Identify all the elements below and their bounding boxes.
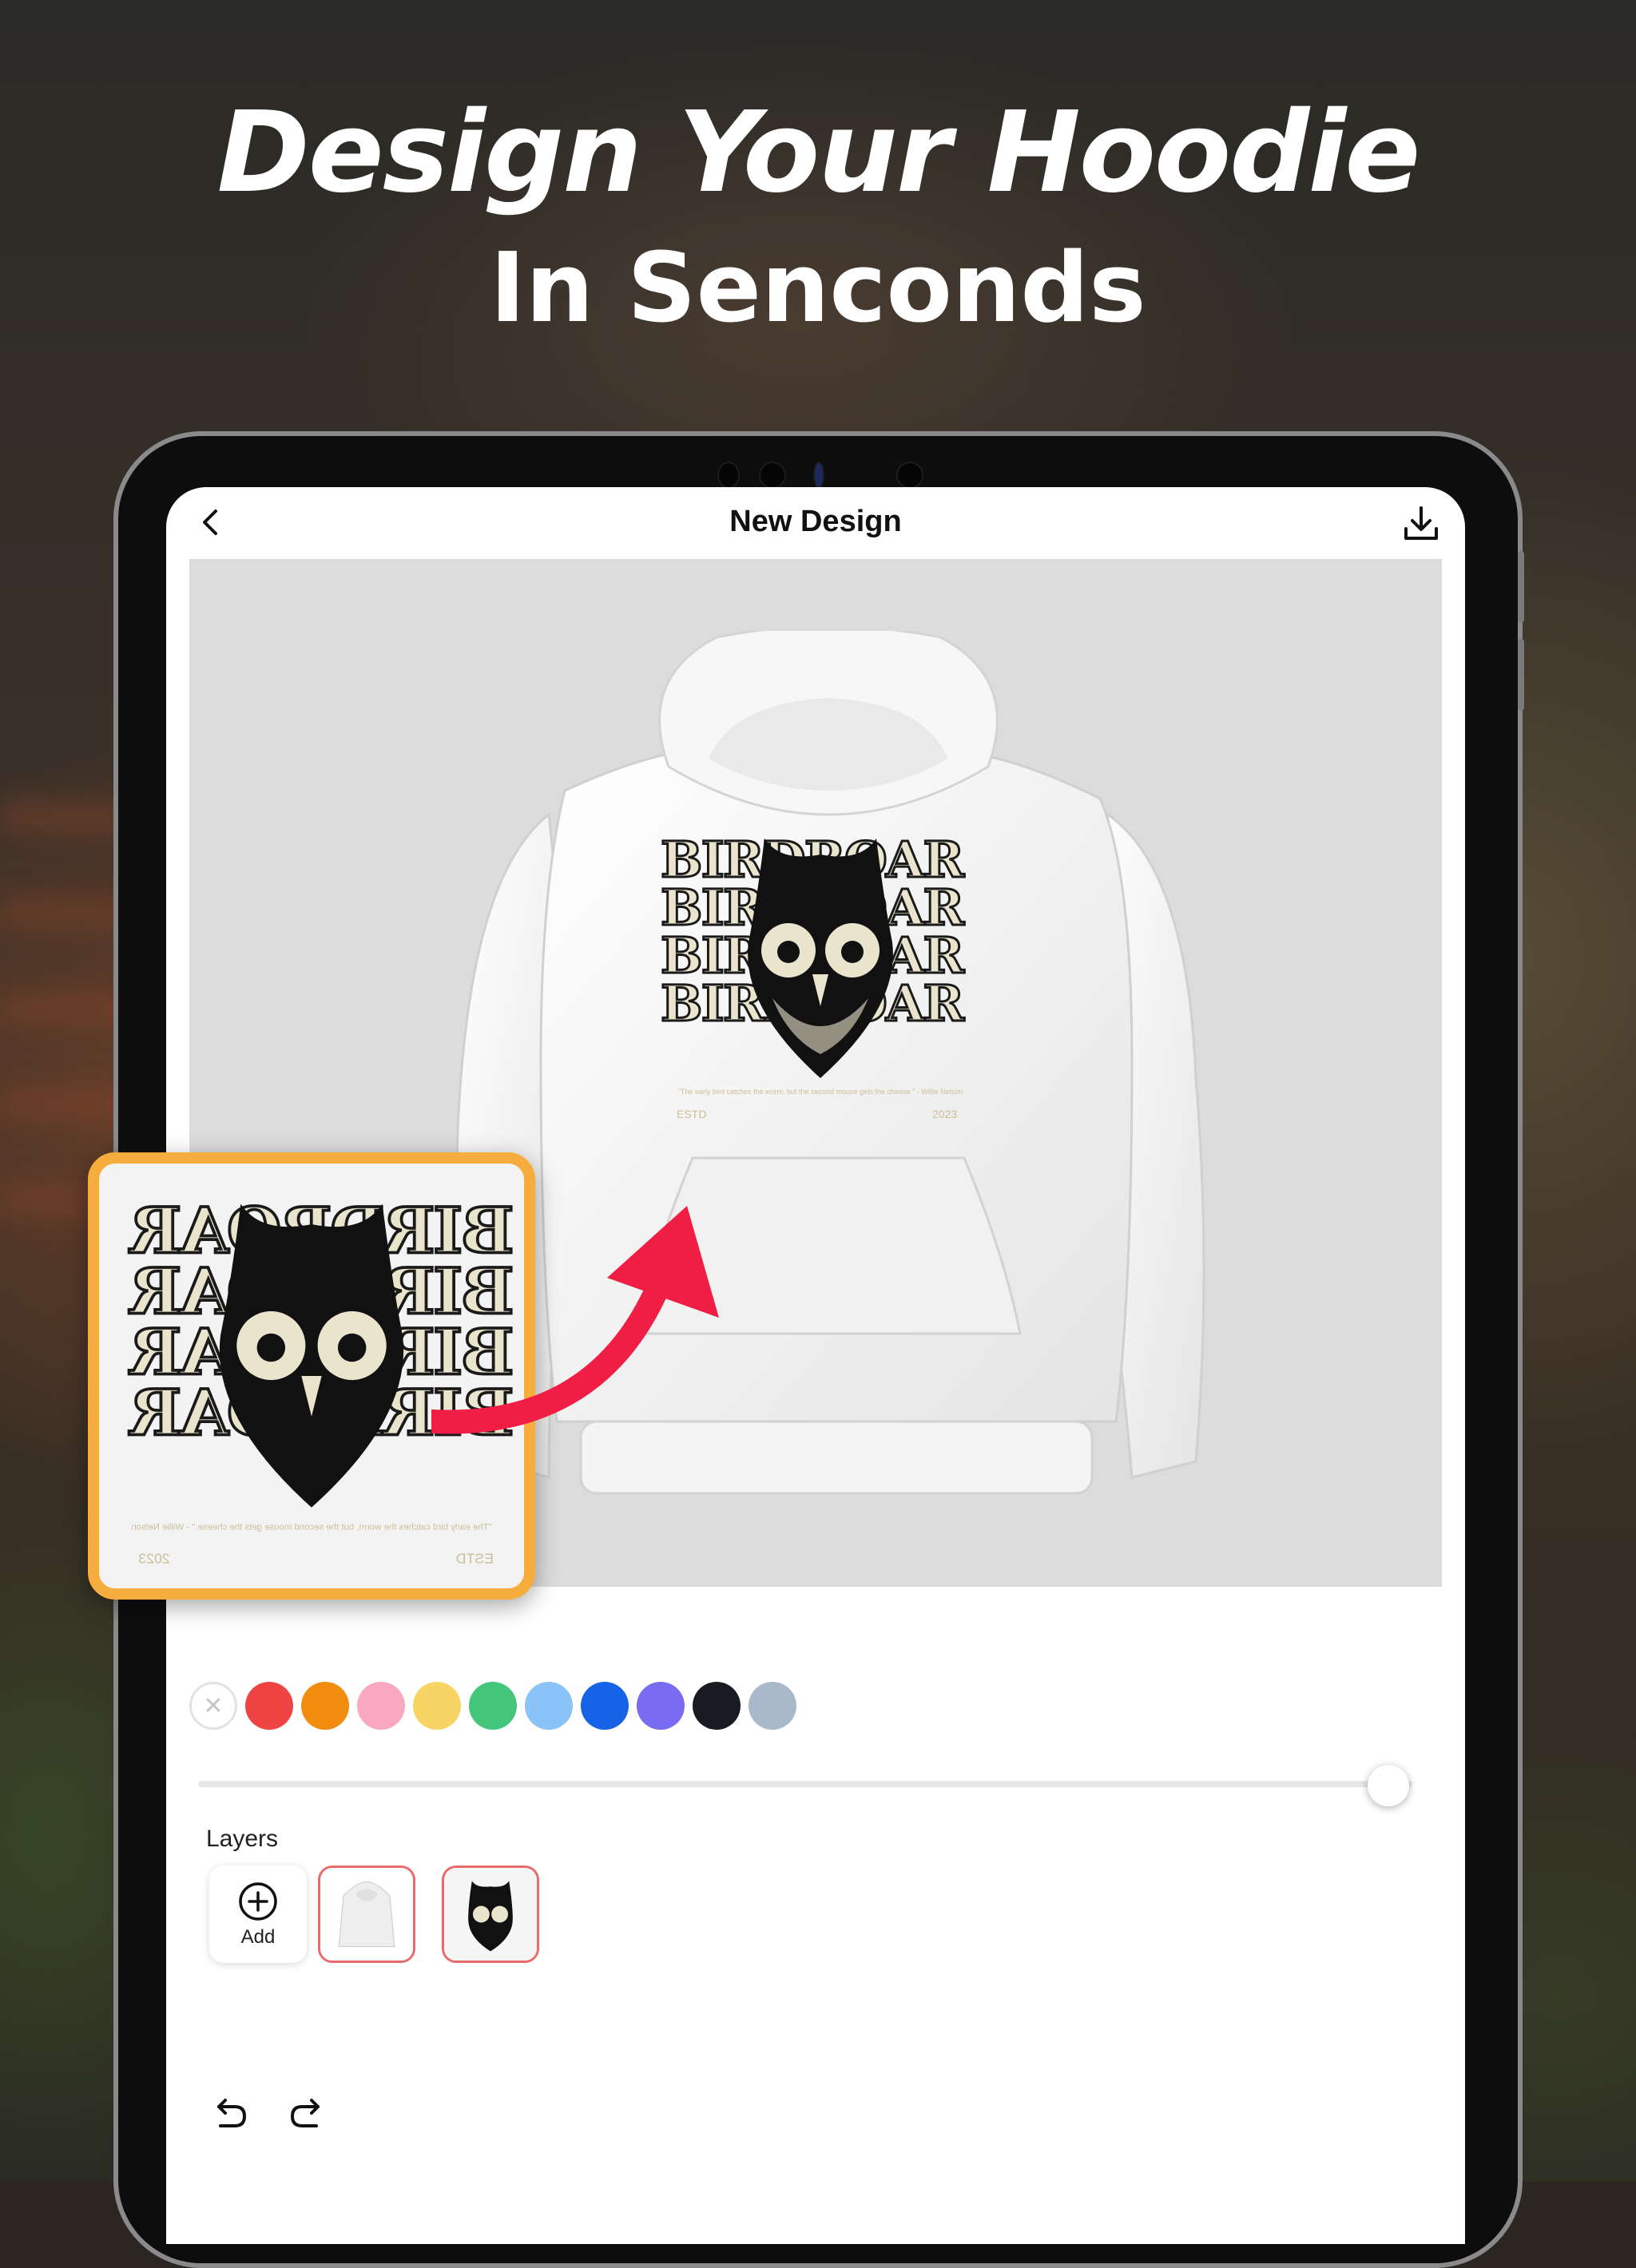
preview-estd: ESTD — [456, 1550, 494, 1566]
swatch-none[interactable]: ✕ — [189, 1682, 237, 1730]
page-title: New Design — [729, 505, 902, 538]
graphic-quote: "The early bird catches the worm, but th… — [678, 1088, 963, 1096]
add-label: Add — [240, 1926, 276, 1948]
top-bar: New Design — [166, 487, 1465, 559]
volume-down-button — [1518, 639, 1524, 711]
camera-icon — [759, 462, 786, 489]
graphic-estd: ESTD — [677, 1108, 706, 1120]
swatch-black[interactable] — [693, 1682, 741, 1730]
indicator-icon — [813, 462, 824, 489]
swatch-pink[interactable] — [357, 1682, 405, 1730]
sensor-icon — [717, 462, 740, 489]
add-circle-icon — [239, 1882, 277, 1921]
face-sensor-icon — [896, 462, 923, 489]
swatch-orange[interactable] — [301, 1682, 349, 1730]
color-swatches: ✕ — [189, 1682, 796, 1730]
swatch-purple[interactable] — [637, 1682, 685, 1730]
owl-icon — [219, 1203, 404, 1508]
swatch-blue[interactable] — [581, 1682, 629, 1730]
owl-thumbnail — [444, 1868, 537, 1961]
swatch-light-blue[interactable] — [525, 1682, 573, 1730]
hoodie-thumbnail — [320, 1868, 413, 1961]
swatch-yellow[interactable] — [413, 1682, 461, 1730]
swatch-slate[interactable] — [749, 1682, 796, 1730]
hero-subtitle: In Senconds — [490, 233, 1146, 344]
volume-up-button — [1518, 551, 1524, 623]
owl-icon — [748, 839, 893, 1078]
download-icon[interactable] — [1401, 503, 1441, 543]
undo-icon[interactable] — [208, 2092, 251, 2135]
add-layer-button[interactable]: Add — [209, 1866, 307, 1963]
hero-title: Design Your Hoodie — [216, 88, 1421, 218]
swatch-green[interactable] — [469, 1682, 517, 1730]
graphic-year: 2023 — [932, 1108, 957, 1120]
preview-quote: "The early bird catches the worm, but th… — [131, 1523, 491, 1532]
preview-year: 2023 — [138, 1550, 170, 1566]
slider-knob[interactable] — [1367, 1765, 1409, 1806]
swatch-red[interactable] — [245, 1682, 293, 1730]
redo-icon[interactable] — [286, 2092, 329, 2135]
owl-graphic-on-hoodie[interactable]: BIRDROAR BIRDROAR BIRDROAR BIRDROAR "The… — [661, 815, 980, 1150]
layer-thumb-hoodie[interactable] — [318, 1866, 415, 1963]
layers-label: Layers — [206, 1826, 279, 1852]
arrow-icon — [431, 1206, 719, 1434]
layer-thumb-owl[interactable] — [442, 1866, 539, 1963]
opacity-slider[interactable] — [198, 1781, 1412, 1787]
